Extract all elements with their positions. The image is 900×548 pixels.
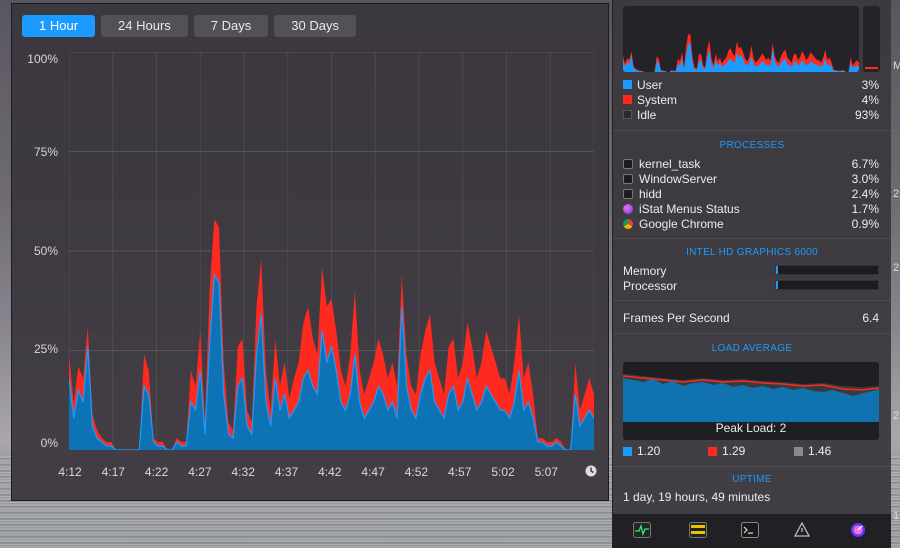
background-window-text: 2 [893,410,900,422]
y-axis-label: 50% [33,244,58,258]
x-axis-label: 5:02 [491,465,515,479]
process-row[interactable]: kernel_task 6.7% [623,156,879,171]
footer-toolbar [613,514,891,548]
system-swatch [623,95,632,104]
load-1min-value: 1.20 [637,444,661,458]
process-value: 0.9% [851,216,879,231]
load-1min-swatch [623,446,632,456]
uptime-title: UPTIME [732,474,772,485]
terminal-icon [623,158,633,169]
background-window-text: 1 [893,510,900,522]
process-value: 3.0% [851,171,879,186]
gpu-memory-fill [776,266,779,274]
x-axis-label: 4:32 [231,465,255,479]
load-15min: 1.46 [794,444,831,458]
x-axis-label: 5:07 [534,465,558,479]
terminal-icon[interactable] [741,522,759,538]
x-axis-label: 4:22 [144,465,169,479]
gpu-processor-fill [776,281,779,289]
gpu-memory-bar [775,265,879,275]
system-label: System [637,92,678,107]
process-name: hidd [639,186,662,201]
process-name: iStat Menus Status [639,201,740,216]
cpu-usage-chart [69,52,594,450]
gpu-title: INTEL HD GRAPHICS 6000 [686,247,818,258]
process-row[interactable]: hidd 2.4% [623,186,879,201]
process-value: 1.7% [851,201,879,216]
load-5min-value: 1.29 [722,444,746,458]
system-value: 4% [861,92,879,107]
cpu-system-row: System 4% [623,92,879,107]
load-average-title: LOAD AVERAGE [711,343,793,354]
load-5min-swatch [708,446,717,456]
cpu-menu-dropdown: User 3% System 4% Idle 93% PROCESSES ker… [612,0,891,548]
uptime-value: 1 day, 19 hours, 49 minutes [623,490,771,504]
idle-value: 93% [854,107,879,122]
y-axis-label: 100% [27,52,58,66]
istat-icon[interactable] [849,522,867,538]
x-axis-label: 4:37 [274,465,299,479]
divider [613,466,891,467]
user-swatch [623,80,632,89]
x-axis-label: 4:52 [404,465,429,479]
fps-row: Frames Per Second 6.4 [623,310,879,325]
cpu-mini-graph [623,6,859,72]
cpu-user-row: User 3% [623,77,879,92]
x-axis-label: 4:12 [58,465,82,479]
process-row[interactable]: Google Chrome 0.9% [623,216,879,231]
x-axis-label: 4:17 [101,465,125,479]
resource-icon[interactable] [793,522,811,538]
background-window-text: 2 [893,188,900,200]
process-row[interactable]: iStat Menus Status 1.7% [623,201,879,216]
x-axis-label: 4:42 [318,465,342,479]
x-axis-label: 4:47 [361,465,385,479]
load-15min-swatch [794,446,803,456]
gpu-processor-bar [775,280,879,290]
user-value: 3% [861,77,879,92]
divider [613,300,891,301]
background-window-text: M [893,60,900,72]
time-range-tabs: 1 Hour 24 Hours 7 Days 30 Days [22,15,356,37]
activity-monitor-icon[interactable] [633,522,651,538]
process-name: Google Chrome [639,216,724,231]
process-value: 2.4% [851,186,879,201]
x-axis-label: 4:57 [448,465,472,479]
process-value: 6.7% [851,156,879,171]
tab-30-days[interactable]: 30 Days [274,15,356,37]
divider [613,238,891,239]
chrome-icon [623,218,633,229]
process-name: kernel_task [639,156,701,171]
divider [613,130,891,131]
load-1min: 1.20 [623,444,660,458]
processes-title: PROCESSES [719,140,785,151]
tab-7-days[interactable]: 7 Days [193,15,269,37]
load-5min: 1.29 [708,444,745,458]
idle-label: Idle [637,107,657,122]
terminal-icon [623,173,633,184]
peak-load-label: Peak Load: 2 [715,421,787,435]
tab-24-hours[interactable]: 24 Hours [101,15,188,37]
fps-label: Frames Per Second [623,310,730,325]
load-15min-value: 1.46 [808,444,832,458]
cpu-history-panel: 1 Hour 24 Hours 7 Days 30 Days 100% 75% … [11,3,609,501]
cpu-core-graph [863,6,880,72]
istat-icon [623,203,633,214]
console-icon[interactable] [689,522,707,538]
fps-value: 6.4 [862,310,879,325]
idle-swatch [623,110,632,119]
cpu-idle-row: Idle 93% [623,107,879,122]
y-axis-label: 0% [40,436,58,450]
process-row[interactable]: WindowServer 3.0% [623,171,879,186]
process-name: WindowServer [639,171,718,186]
background-window-text: 2 [893,262,900,274]
y-axis-label: 75% [33,145,58,159]
x-axis-label: 4:27 [188,465,212,479]
clock-icon[interactable] [585,465,597,477]
y-axis-label: 25% [33,342,58,356]
user-label: User [637,77,663,92]
tab-1-hour[interactable]: 1 Hour [22,15,96,37]
divider [613,333,891,334]
terminal-icon [623,188,633,199]
